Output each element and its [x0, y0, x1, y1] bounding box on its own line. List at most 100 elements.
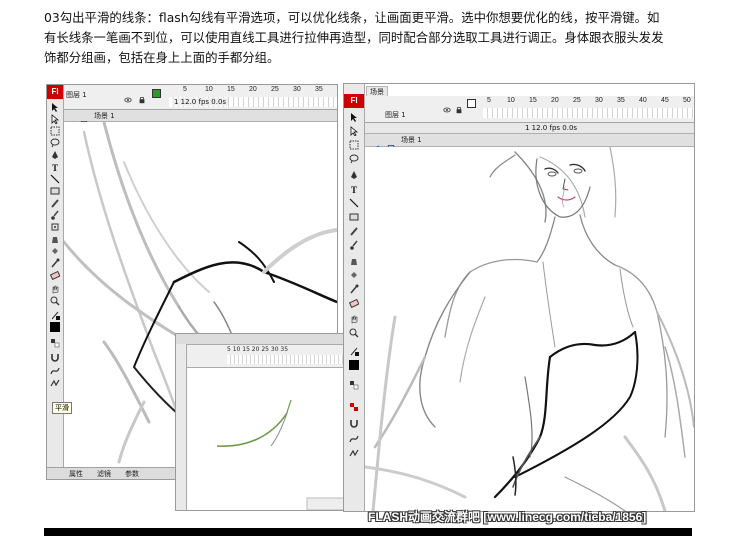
default-colors-icon[interactable] — [349, 402, 359, 412]
rectangle-tool-icon[interactable] — [349, 212, 359, 222]
zoom-tool-icon[interactable] — [50, 296, 60, 306]
brush-tool-icon[interactable] — [50, 210, 60, 220]
tab-properties[interactable]: 属性 — [69, 469, 83, 479]
layer-name[interactable]: 图层 1 — [385, 110, 406, 120]
watermark-text: FLASH动画交流群吧 [www.linecg.com/tieba/1856] — [368, 510, 647, 524]
frame-number: 50 — [683, 97, 691, 104]
back-arrow-icon[interactable] — [373, 136, 381, 150]
frame-number: 40 — [639, 97, 647, 104]
back-arrow-icon[interactable] — [68, 112, 76, 126]
frame-number: 45 — [661, 97, 669, 104]
inset-tools-panel — [176, 344, 187, 510]
lasso-tool-icon[interactable] — [349, 154, 359, 164]
eraser-icon[interactable] — [50, 270, 60, 280]
frame-number: 30 — [293, 86, 301, 93]
snap-magnet-icon[interactable] — [50, 352, 60, 362]
outline-square-icon[interactable] — [152, 89, 161, 98]
pen-tool-icon[interactable] — [349, 170, 359, 180]
pen-tool-icon[interactable] — [50, 150, 60, 160]
inset-title-bar — [176, 334, 344, 345]
snap-magnet-icon[interactable] — [349, 418, 359, 428]
lock-icon[interactable] — [138, 89, 146, 104]
pencil-tool-icon[interactable] — [349, 226, 359, 236]
smooth-tooltip: 平滑 — [52, 402, 72, 414]
ink-bottle-icon[interactable] — [349, 256, 359, 266]
frame-number: 15 — [529, 97, 537, 104]
frame-number: 35 — [617, 97, 625, 104]
instruction-paragraph: 03勾出平滑的线条：flash勾线有平滑选项，可以优化线条，让画面更平滑。选中你… — [44, 8, 744, 68]
subselect-tool-icon[interactable] — [349, 126, 359, 136]
frame-number: 35 — [315, 86, 323, 93]
fill-color-icon[interactable] — [50, 322, 60, 332]
arrow-tool-icon[interactable] — [349, 112, 359, 122]
straighten-tool-icon[interactable] — [349, 448, 359, 458]
lasso-tool-icon[interactable] — [50, 138, 60, 148]
inset-frame-cells[interactable] — [227, 355, 344, 364]
timeline-controls: 1 12.0 fps 0.0s — [365, 123, 694, 134]
hand-tool-icon[interactable] — [50, 284, 60, 294]
stroke-color-icon[interactable] — [349, 346, 359, 356]
stroke-color-icon[interactable] — [50, 310, 60, 320]
frame-info: 1 12.0 fps 0.0s — [172, 98, 229, 106]
swap-colors-icon[interactable] — [50, 338, 60, 348]
free-transform-icon[interactable] — [50, 222, 60, 232]
text-tool-icon[interactable]: T — [50, 162, 60, 172]
eye-icon[interactable] — [443, 99, 451, 113]
frame-ruler: 5 10 15 20 25 30 35 40 45 50 — [483, 96, 694, 107]
scene-bar: 场景 1 — [365, 134, 694, 150]
transform-tool-icon[interactable] — [50, 126, 60, 136]
paint-bucket-icon[interactable] — [349, 270, 359, 280]
line-tool-icon[interactable] — [349, 198, 359, 208]
frame-number: 30 — [595, 97, 603, 104]
pencil-tool-icon[interactable] — [50, 198, 60, 208]
scene-bar: 场景 1 — [64, 110, 337, 126]
frame-number: 20 — [249, 86, 257, 93]
frame-cells[interactable] — [483, 108, 694, 118]
flash-logo: Fl — [344, 94, 364, 108]
eraser-icon[interactable] — [349, 298, 359, 308]
frame-number: 10 — [507, 97, 515, 104]
zoom-tool-icon[interactable] — [349, 328, 359, 338]
frame-number: 5 — [487, 97, 491, 104]
rectangle-tool-icon[interactable] — [50, 186, 60, 196]
text-tool-icon[interactable]: T — [349, 184, 359, 194]
smooth-tool-icon[interactable] — [50, 366, 60, 376]
layer-name[interactable]: 图层 1 — [66, 90, 87, 100]
paint-bucket-icon[interactable] — [50, 246, 60, 256]
ink-bottle-icon[interactable] — [50, 234, 60, 244]
swap-colors-icon[interactable] — [349, 380, 359, 390]
timeline-panel: 图层 1 5 10 15 20 25 30 35 40 1 12.0 fps 0… — [64, 85, 337, 110]
brush-tool-icon[interactable] — [349, 240, 359, 250]
tab-filters[interactable]: 滤镜 — [97, 469, 111, 479]
fill-color-icon[interactable] — [349, 360, 359, 370]
inset-timeline: 5 10 15 20 25 30 35 — [187, 345, 344, 368]
tab-parameters[interactable]: 参数 — [125, 469, 139, 479]
drawing-stage[interactable] — [363, 146, 694, 511]
outline-square-icon[interactable] — [467, 99, 476, 108]
straighten-tool-icon[interactable] — [50, 378, 60, 388]
hand-tool-icon[interactable] — [349, 314, 359, 324]
subselect-tool-icon[interactable] — [50, 114, 60, 124]
frame-number: 20 — [551, 97, 559, 104]
inset-frame-ruler: 5 10 15 20 25 30 35 — [227, 346, 289, 353]
instruction-line-3: 饰都分组画，包括在身上上面的手都分组。 — [44, 50, 280, 65]
inset-stage[interactable] — [187, 368, 344, 510]
eye-icon[interactable] — [124, 89, 132, 103]
scene-label[interactable]: 场景 1 — [401, 135, 422, 145]
instruction-line-1: 03勾出平滑的线条：flash勾线有平滑选项，可以优化线条，让画面更平滑。选中你… — [44, 10, 660, 25]
fashion-figure-sketch — [363, 146, 694, 511]
svg-text:T: T — [351, 185, 357, 194]
line-tool-icon[interactable] — [50, 174, 60, 184]
scene-label[interactable]: 场景 1 — [94, 111, 115, 121]
lock-icon[interactable] — [455, 99, 463, 114]
scene-icon — [80, 112, 88, 126]
arrow-tool-icon[interactable] — [50, 102, 60, 112]
svg-text:T: T — [52, 163, 58, 172]
transform-tool-icon[interactable] — [349, 140, 359, 150]
smooth-tool-icon[interactable] — [349, 434, 359, 444]
eyedropper-icon[interactable] — [50, 258, 60, 268]
frame-ruler: 5 10 15 20 25 30 35 40 — [169, 85, 337, 96]
eyedropper-icon[interactable] — [349, 284, 359, 294]
tools-panel-right: Fl T — [344, 84, 365, 511]
frame-number: 5 — [183, 86, 187, 93]
